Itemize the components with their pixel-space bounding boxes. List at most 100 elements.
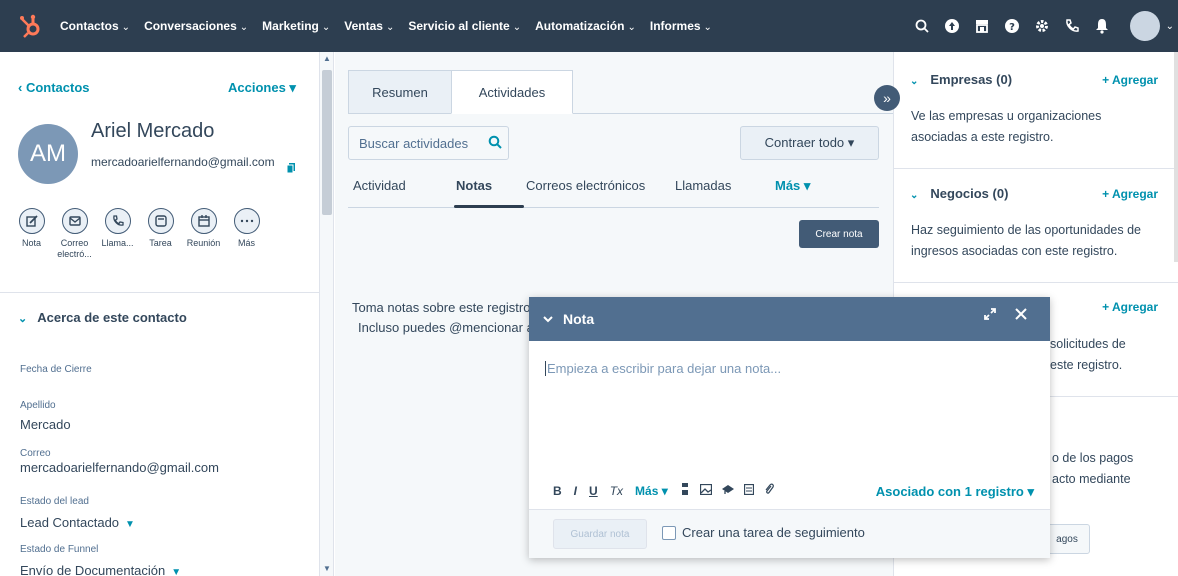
nav-ventas[interactable]: Ventas ⌄ <box>344 19 394 33</box>
modal-title: Nota <box>563 311 595 327</box>
prop-value-estado-funnel[interactable]: Envío de Documentación ▼ <box>20 563 181 576</box>
divider <box>573 113 893 114</box>
contact-sidebar: ‹ Contactos Acciones ▾ AM Ariel Mercado … <box>0 52 320 576</box>
more-icon <box>233 208 260 234</box>
prop-label-fecha-cierre: Fecha de Cierre <box>20 364 92 375</box>
search-activities-input[interactable]: Buscar actividades <box>348 126 509 160</box>
left-scrollbar[interactable]: ▲ ▼ <box>320 52 334 576</box>
svg-text:?: ? <box>1009 22 1015 33</box>
subtab-actividad[interactable]: Actividad <box>353 178 406 193</box>
action-label: Llama... <box>101 238 134 248</box>
image-icon[interactable] <box>699 483 712 498</box>
subtab-correos[interactable]: Correos electrónicos <box>526 178 645 193</box>
clear-format-button[interactable]: Tx <box>610 484 623 498</box>
calendar-icon <box>190 208 217 234</box>
toolbar-more-dropdown[interactable]: Más ▾ <box>635 484 668 498</box>
search-icon[interactable] <box>908 12 936 40</box>
chevron-down-icon: ⌄ <box>18 313 28 325</box>
chevron-down-icon[interactable] <box>543 312 553 326</box>
scroll-down-icon[interactable]: ▼ <box>323 564 331 573</box>
tab-actividades[interactable]: Actividades <box>451 70 573 114</box>
calling-icon[interactable] <box>1058 12 1086 40</box>
empresas-toggle[interactable]: ⌄ Empresas (0) <box>910 72 1012 87</box>
copy-icon[interactable] <box>286 162 296 177</box>
subtab-notas[interactable]: Notas <box>456 178 492 193</box>
underline-button[interactable]: U <box>589 484 598 498</box>
chevron-down-icon: ⌄ <box>910 76 919 87</box>
action-tarea[interactable]: Tarea <box>139 208 182 260</box>
chevron-down-icon: ⌄ <box>910 190 919 201</box>
acciones-dropdown[interactable]: Acciones ▾ <box>228 80 296 96</box>
guardar-nota-button[interactable]: Guardar nota <box>553 519 647 549</box>
agregar-ticket-button[interactable]: + Agregar <box>1102 300 1158 314</box>
rich-text-toolbar: B I U Tx Más ▾ <box>553 483 774 498</box>
note-body-input[interactable]: Empieza a escribir para dejar una nota..… <box>545 361 781 376</box>
note-editor-modal: Nota Empieza a escribir para dejar una n… <box>529 297 1050 558</box>
nav-servicio[interactable]: Servicio al cliente ⌄ <box>408 19 521 33</box>
prop-value-apellido[interactable]: Mercado <box>20 417 71 432</box>
attachment-icon[interactable] <box>764 483 774 498</box>
expand-icon[interactable] <box>984 308 996 323</box>
modal-footer: Guardar nota Crear una tarea de seguimie… <box>529 509 1050 558</box>
empresas-description: Ve las empresas u organizaciones asociad… <box>911 109 1102 144</box>
chevron-down-icon[interactable]: ⌄ <box>1166 21 1174 32</box>
caret-down-icon: ▼ <box>171 567 182 576</box>
close-icon[interactable] <box>1014 307 1028 324</box>
video-icon[interactable] <box>721 484 734 498</box>
nav-informes[interactable]: Informes ⌄ <box>650 19 712 33</box>
associations-dropdown[interactable]: Asociado con 1 registro ▾ <box>876 484 1034 500</box>
action-llamada[interactable]: Llama... <box>96 208 139 260</box>
nav-automatizacion[interactable]: Automatización ⌄ <box>535 19 636 33</box>
contraer-todo-button[interactable]: Contraer todo ▾ <box>740 126 879 160</box>
search-icon[interactable] <box>488 135 502 152</box>
subtab-mas[interactable]: Más ▾ <box>775 178 810 194</box>
divider <box>894 282 1178 283</box>
prop-value-estado-lead[interactable]: Lead Contactado ▼ <box>20 515 135 530</box>
expand-sidebar-button[interactable]: » <box>874 85 900 111</box>
scroll-up-icon[interactable]: ▲ <box>323 54 331 63</box>
contact-email: mercadoarielfernando@gmail.com <box>91 155 275 169</box>
follow-up-task-label[interactable]: Crear una tarea de seguimiento <box>682 525 865 540</box>
nav-contactos[interactable]: Contactos ⌄ <box>60 19 130 33</box>
bold-button[interactable]: B <box>553 484 562 498</box>
tickets-description: solicitudes de este registro. <box>1050 337 1126 372</box>
email-icon <box>61 208 88 234</box>
follow-up-task-checkbox[interactable] <box>662 526 676 540</box>
italic-button[interactable]: I <box>574 484 577 498</box>
pagos-button[interactable]: agos <box>1044 524 1090 554</box>
settings-icon[interactable] <box>1028 12 1056 40</box>
document-icon[interactable] <box>743 483 754 498</box>
snippet-icon[interactable] <box>680 483 690 498</box>
agregar-empresa-button[interactable]: + Agregar <box>1102 73 1158 87</box>
quick-actions: Nota Correo electró... Llama... Tarea Re… <box>10 208 268 260</box>
action-reunion[interactable]: Reunión <box>182 208 225 260</box>
phone-icon <box>104 208 131 234</box>
right-scrollbar[interactable] <box>1174 52 1178 262</box>
action-nota[interactable]: Nota <box>10 208 53 260</box>
pagos-description: o de los pagos acto mediante <box>1052 451 1134 486</box>
subtab-llamadas[interactable]: Llamadas <box>675 178 731 193</box>
about-section-toggle[interactable]: ⌄ Acerca de este contacto <box>18 310 187 325</box>
scroll-thumb[interactable] <box>322 70 332 215</box>
back-to-contactos-link[interactable]: ‹ Contactos <box>18 80 90 95</box>
nav-conversaciones[interactable]: Conversaciones ⌄ <box>144 19 248 33</box>
notifications-icon[interactable] <box>1088 12 1116 40</box>
action-label: Reunión <box>186 238 221 248</box>
upgrade-icon[interactable] <box>938 12 966 40</box>
help-icon[interactable]: ? <box>998 12 1026 40</box>
action-mas[interactable]: Más <box>225 208 268 260</box>
negocios-toggle[interactable]: ⌄ Negocios (0) <box>910 186 1008 201</box>
task-icon <box>147 208 174 234</box>
prop-value-correo[interactable]: mercadoarielfernando@gmail.com <box>20 460 219 475</box>
marketplace-icon[interactable] <box>968 12 996 40</box>
action-correo[interactable]: Correo electró... <box>53 208 96 260</box>
prop-label-estado-lead: Estado del lead <box>20 496 89 507</box>
tab-resumen[interactable]: Resumen <box>348 70 452 114</box>
hubspot-logo-icon[interactable] <box>0 0 60 52</box>
divider <box>894 168 1178 169</box>
user-avatar[interactable] <box>1129 11 1160 41</box>
agregar-negocio-button[interactable]: + Agregar <box>1102 187 1158 201</box>
crear-nota-button[interactable]: Crear nota <box>799 220 879 248</box>
divider <box>0 292 319 293</box>
nav-marketing[interactable]: Marketing ⌄ <box>262 19 330 33</box>
